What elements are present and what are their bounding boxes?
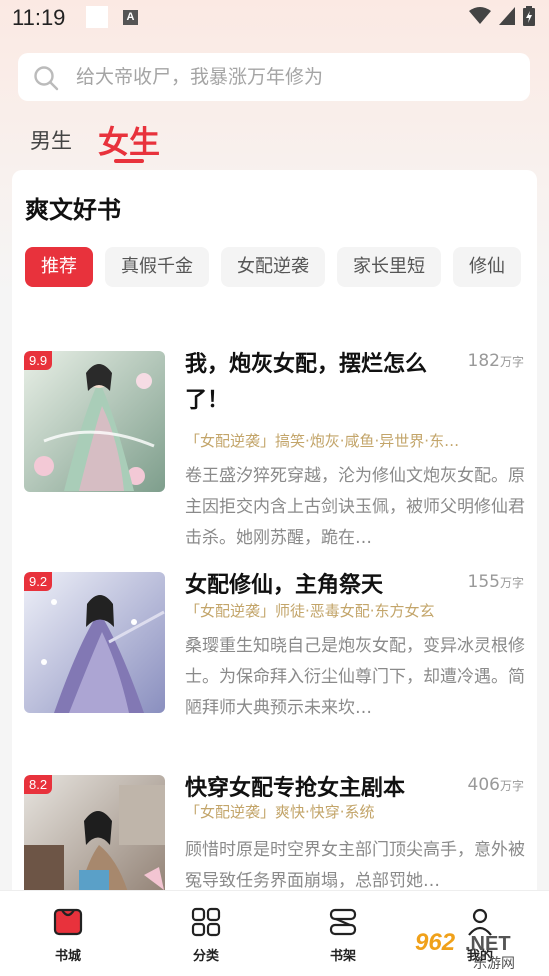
book-desc: 桑璎重生知晓自己是炮灰女配，变异冰灵根修士。为保命拜入衍尘仙尊门下，却遭冷遇。简…	[185, 636, 525, 718]
battery-icon	[523, 6, 535, 26]
book-tags: 「女配逆袭」爽快·快穿·系统	[185, 803, 375, 821]
chip-recommend[interactable]: 推荐	[25, 247, 93, 287]
word-count: 155万字	[467, 572, 524, 592]
score-badge: 9.9	[24, 351, 53, 370]
chip-family-drama[interactable]: 家长里短	[337, 247, 441, 287]
wifi-icon	[469, 7, 491, 24]
book-item[interactable]: 8.2 快穿女配专抢女主剧本 406万字 「女配逆袭」爽快·快穿·系统 顾惜时原…	[24, 775, 525, 900]
nav-category[interactable]: 分类	[166, 907, 246, 964]
app-notification-icon: A	[123, 10, 138, 25]
nav-bookstore[interactable]: 书城	[28, 907, 108, 964]
active-tab-indicator	[114, 159, 144, 163]
category-chips: 推荐 真假千金 女配逆袭 家长里短 修仙	[25, 247, 537, 287]
section-title: 爽文好书	[25, 196, 121, 224]
cover-illustration	[24, 572, 165, 713]
bookstore-icon	[53, 908, 83, 936]
book-tags: 「女配逆袭」师徒·恶毒女配·东方女玄	[185, 602, 435, 620]
search-icon	[34, 66, 59, 91]
signal-icon	[499, 7, 515, 25]
svg-text:962: 962	[415, 929, 456, 956]
svg-text:.NET: .NET	[465, 933, 511, 955]
tab-male[interactable]: 男生	[30, 125, 72, 155]
score-badge: 9.2	[24, 572, 53, 591]
category-icon	[191, 907, 221, 937]
book-tags: 「女配逆袭」搞笑·炮灰·咸鱼·异世界·东…	[185, 432, 460, 450]
chip-true-false-heiress[interactable]: 真假千金	[105, 247, 209, 287]
book-desc: 顾惜时原是时空界女主部门顶尖高手，意外被冤导致任务界面崩塌，总部罚她…	[185, 840, 525, 891]
status-icons	[469, 6, 535, 26]
book-item[interactable]: 9.9 我，炮灰女配，摆烂怎么了！ 182万字 「女配逆袭」搞笑·炮灰·咸鱼·异…	[24, 351, 525, 548]
search-bar[interactable]	[18, 53, 530, 101]
status-time: 11:19	[12, 5, 66, 30]
book-item[interactable]: 9.2 女配修仙，主角祭天 155万字 「女配逆袭」师徒·恶毒女配·东方女玄 桑…	[24, 572, 525, 762]
book-cover[interactable]: 9.9	[24, 351, 165, 492]
watermark-logo: 962 .NET 乐游网	[415, 929, 515, 972]
book-title[interactable]: 女配修仙，主角祭天	[185, 568, 485, 604]
svg-text:乐游网: 乐游网	[473, 956, 515, 972]
book-title[interactable]: 我，炮灰女配，摆烂怎么了！	[185, 347, 445, 419]
book-cover[interactable]: 9.2	[24, 572, 165, 713]
score-badge: 8.2	[24, 775, 53, 794]
book-desc: 卷王盛汐猝死穿越，沦为修仙文炮灰女配。原主因拒交内含上古剑诀玉佩，被师父明修仙君…	[185, 466, 525, 548]
nav-bookshelf[interactable]: 书架	[303, 907, 383, 964]
bookshelf-icon	[329, 908, 357, 936]
tab-female[interactable]: 女生	[98, 117, 160, 162]
search-input[interactable]	[76, 53, 516, 101]
cover-illustration	[24, 351, 165, 492]
chip-cultivation[interactable]: 修仙	[453, 247, 521, 287]
notification-icon	[86, 6, 108, 28]
site-watermark: 962 .NET 乐游网	[413, 928, 543, 976]
status-bar: 11:19 A	[0, 0, 549, 38]
book-cover[interactable]: 8.2	[24, 775, 165, 900]
chip-supporting-role-comeback[interactable]: 女配逆袭	[221, 247, 325, 287]
recommend-card: 爽文好书 推荐 真假千金 女配逆袭 家长里短 修仙 9.9 我，炮灰女配，摆烂怎…	[12, 170, 537, 900]
word-count: 182万字	[467, 351, 524, 371]
nav-label: 书架	[329, 949, 356, 964]
word-count: 406万字	[467, 775, 524, 795]
nav-label: 书城	[54, 949, 81, 964]
nav-label: 分类	[192, 949, 219, 964]
